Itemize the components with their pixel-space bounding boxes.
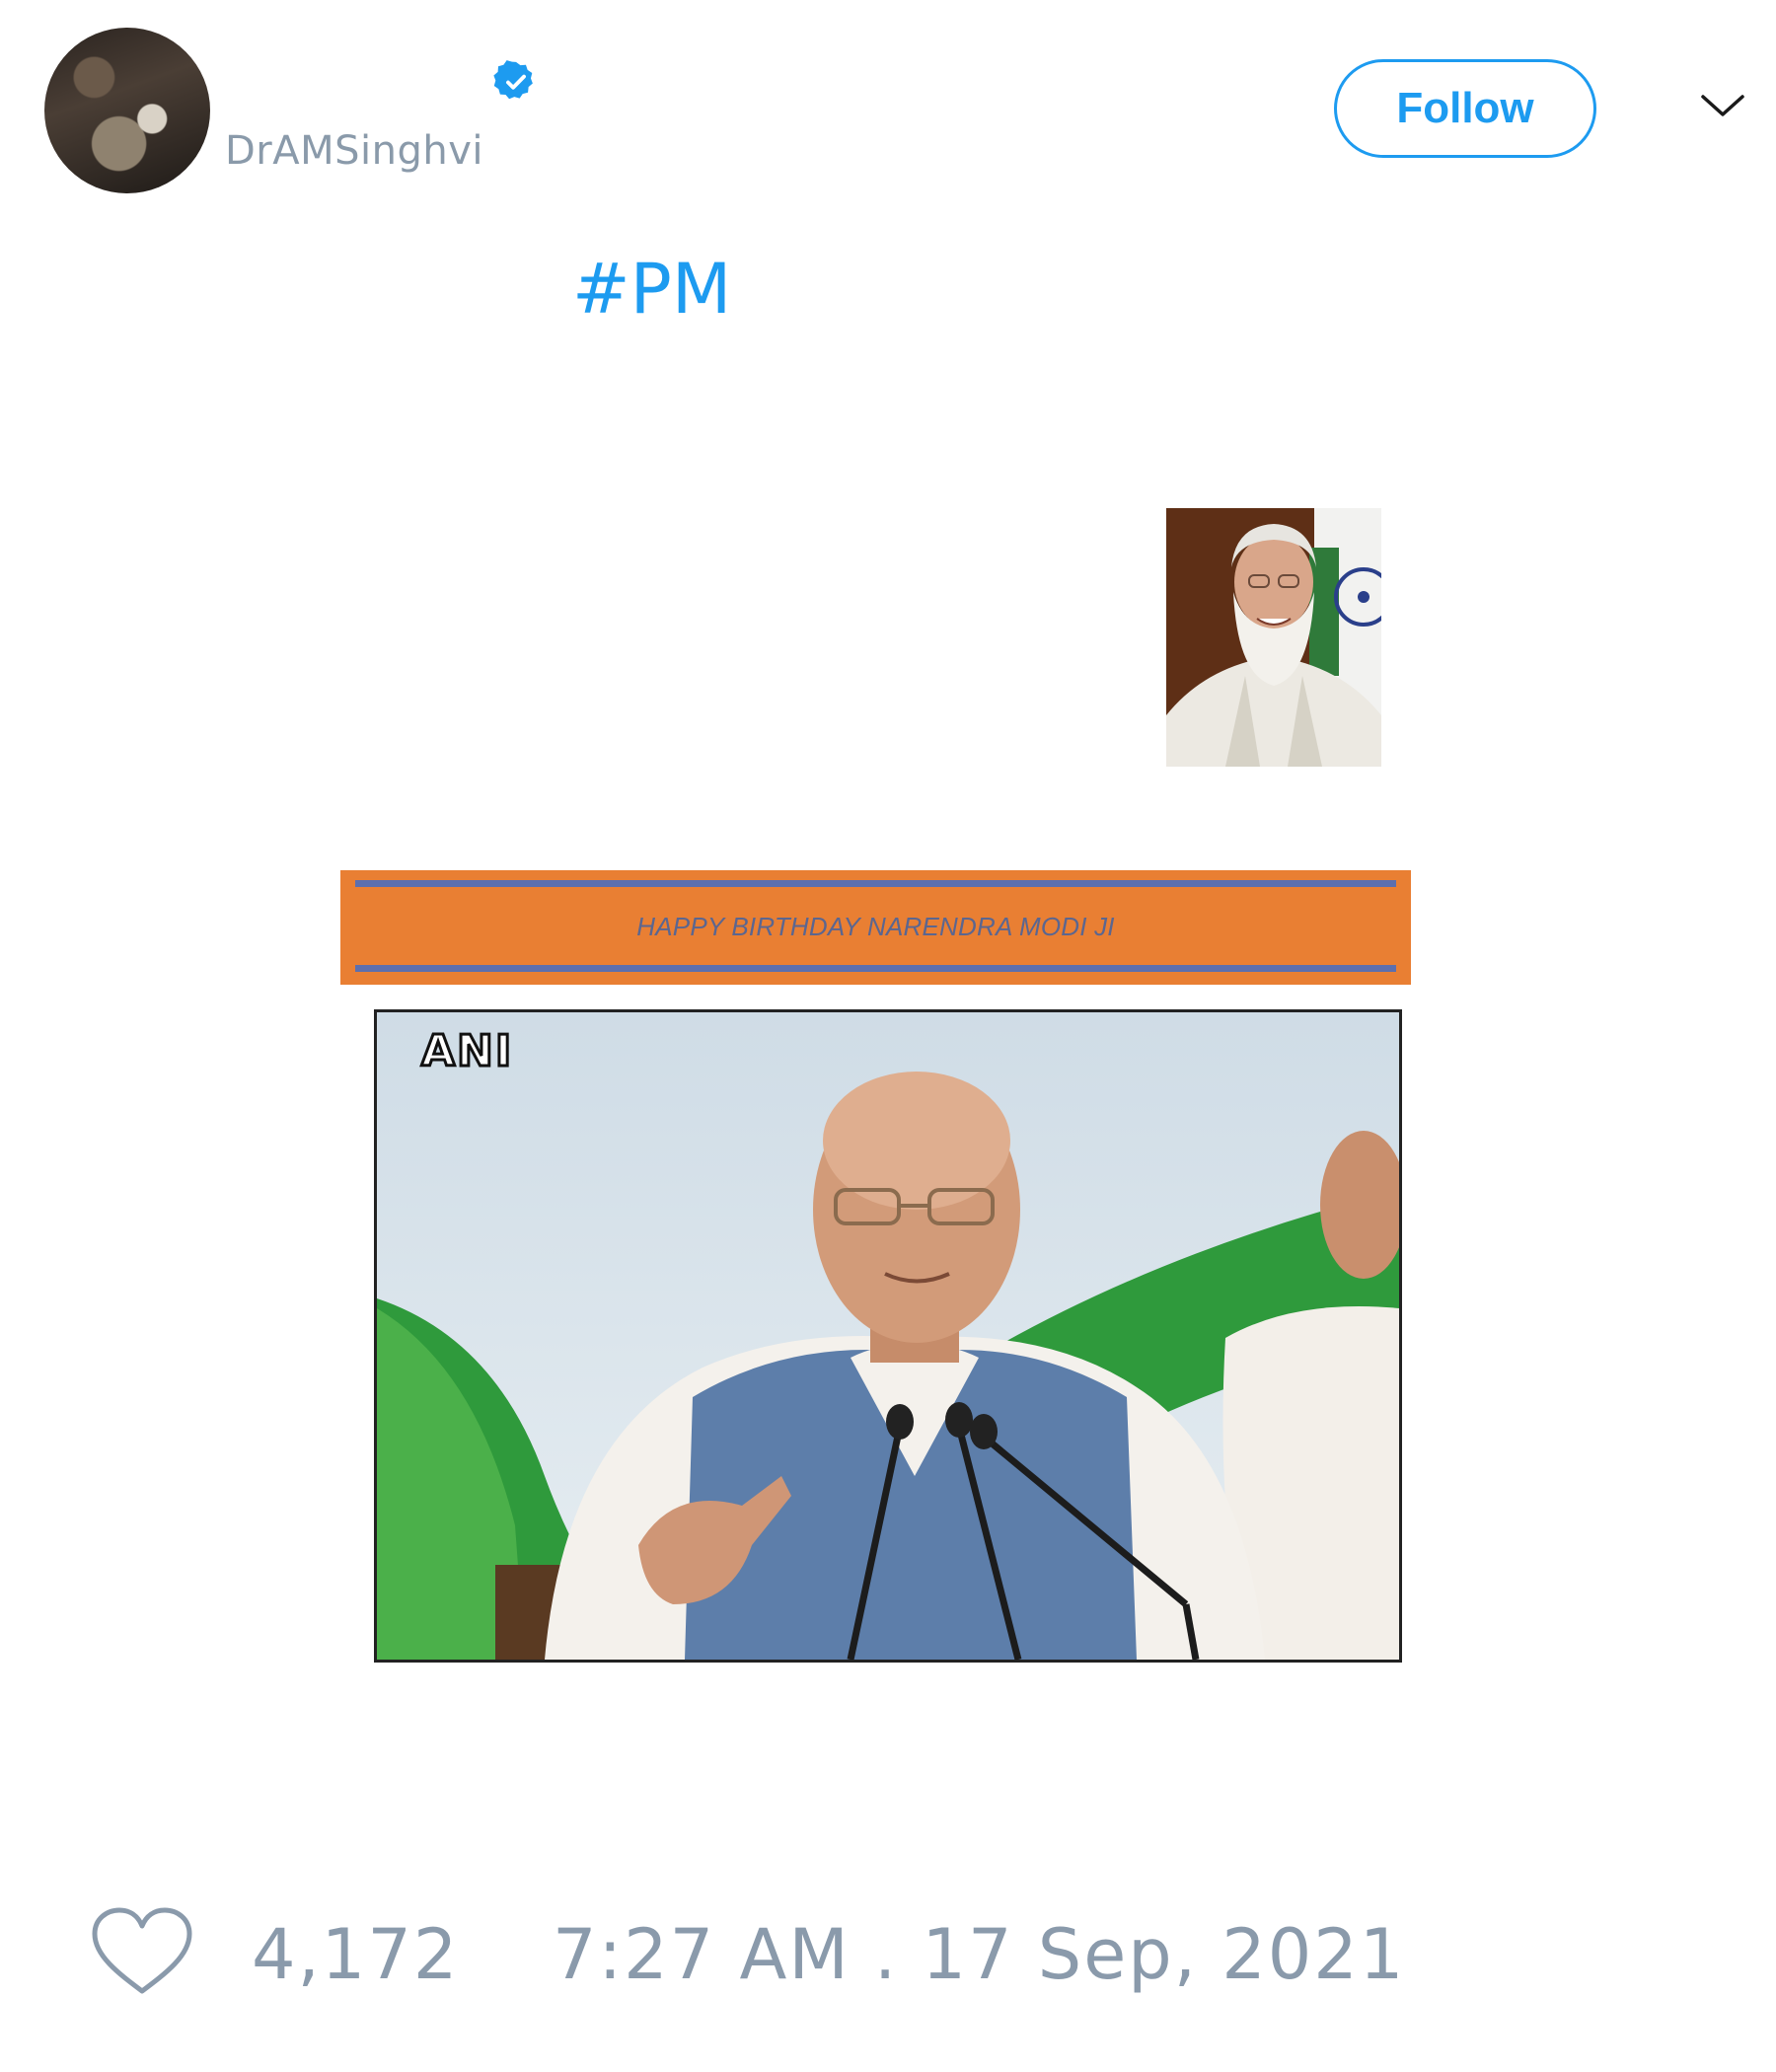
heart-icon[interactable] (89, 1904, 195, 1999)
verified-badge-icon (493, 60, 533, 100)
hashtag-link[interactable]: #PM (572, 249, 731, 330)
banner-bottom-line (355, 965, 1396, 972)
tweet-timestamp[interactable]: 7:27 AM . 17 Sep, 2021 (553, 1914, 1405, 1995)
press-photo[interactable]: ANI (374, 1009, 1402, 1663)
like-count: 4,172 (252, 1914, 460, 1995)
follow-button[interactable]: Follow (1334, 59, 1596, 158)
banner-top-line (355, 880, 1396, 887)
avatar[interactable] (44, 28, 210, 193)
portrait-image (1166, 508, 1381, 767)
author-handle[interactable]: DrAMSinghvi (225, 128, 483, 174)
ani-watermark: ANI (419, 1025, 514, 1078)
banner-text: HAPPY BIRTHDAY NARENDRA MODI JI (636, 912, 1115, 941)
press-photo-scene (377, 1012, 1399, 1660)
birthday-banner: HAPPY BIRTHDAY NARENDRA MODI JI (340, 870, 1411, 985)
chevron-down-icon[interactable] (1699, 91, 1746, 120)
